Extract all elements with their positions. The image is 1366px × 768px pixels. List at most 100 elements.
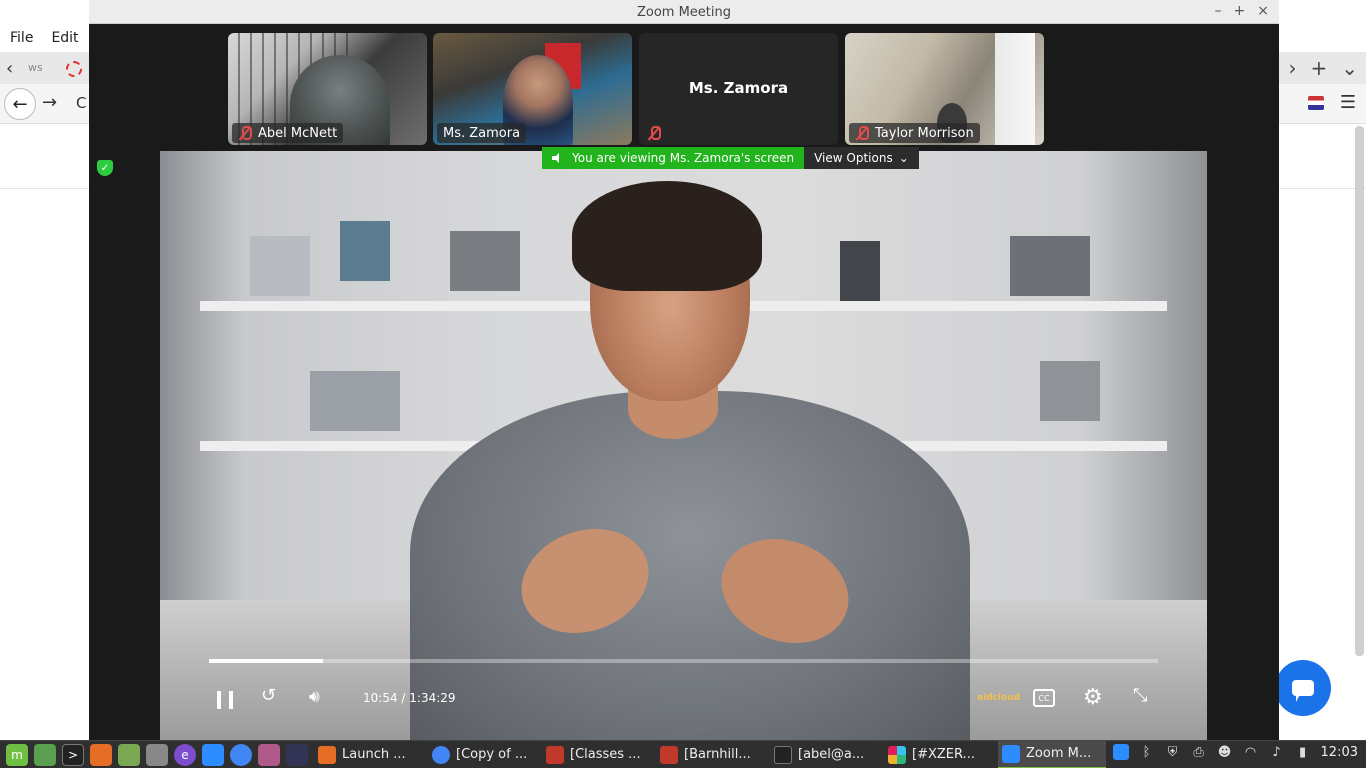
books <box>340 221 390 281</box>
tab-list-chevron-icon[interactable]: ⌄ <box>1341 56 1358 80</box>
davinci-launcher-icon[interactable] <box>286 743 308 766</box>
time-separator: / <box>401 691 406 705</box>
muted-mic-icon <box>855 126 869 140</box>
person-hair <box>572 181 762 291</box>
battery-icon[interactable]: ▮ <box>1295 744 1311 760</box>
system-tray: ᛒ ⛨ ⎙ ☻ ◠ ♪ ▮ 12:03 <box>1112 744 1358 760</box>
participant-tile[interactable]: Ms. Zamora <box>433 33 632 145</box>
chart-app-icon <box>546 745 564 764</box>
video-background <box>995 33 1035 145</box>
emacs-launcher-icon[interactable]: e <box>174 743 196 766</box>
participant-tile[interactable]: Ms. Zamora <box>639 33 838 145</box>
minimize-icon[interactable]: – <box>1215 3 1222 19</box>
chrome-icon <box>432 745 450 764</box>
tab-scroll-left-icon[interactable]: ‹ <box>6 58 13 79</box>
taskbar-task[interactable]: [Copy of ... <box>428 741 536 768</box>
taskbar-task-active[interactable]: Zoom M... <box>998 740 1106 768</box>
close-icon[interactable]: × <box>1257 3 1269 19</box>
chevron-down-icon: ⌄ <box>898 151 909 165</box>
browser-tab-label[interactable]: ws <box>28 61 43 74</box>
zoom-titlebar[interactable]: Zoom Meeting – + × <box>89 0 1279 24</box>
back-button[interactable]: ← <box>4 88 36 120</box>
clock[interactable]: 12:03 <box>1321 745 1358 760</box>
hamburger-menu-icon[interactable]: ☰ <box>1340 92 1356 113</box>
video-progress-bar[interactable] <box>209 659 1158 663</box>
volume-icon[interactable]: 🔊︎ <box>309 687 331 709</box>
participant-name: Taylor Morrison <box>875 125 974 141</box>
participant-tile[interactable]: Taylor Morrison <box>845 33 1044 145</box>
zoom-meeting-window: Zoom Meeting – + × Abel McNett Ms. Zamor… <box>89 0 1279 740</box>
files-launcher-icon[interactable] <box>118 743 140 766</box>
loading-tab-icon[interactable] <box>66 61 82 77</box>
bluetooth-icon[interactable]: ᛒ <box>1139 744 1155 760</box>
books <box>1010 236 1090 296</box>
participant-label: Abel McNett <box>232 123 344 143</box>
tab-scroll-right-icon[interactable]: › <box>1288 56 1296 80</box>
participant-tile[interactable]: Abel McNett <box>228 33 427 145</box>
books <box>250 236 310 296</box>
task-label: [#XZER... <box>912 747 975 762</box>
firefox-icon <box>318 745 336 764</box>
maximize-icon[interactable]: + <box>1234 3 1246 19</box>
firefox-launcher-icon[interactable] <box>90 743 112 766</box>
task-label: [Classes ... <box>570 747 641 762</box>
wifi-icon[interactable]: ◠ <box>1243 744 1259 760</box>
muted-mic-icon <box>238 126 252 140</box>
video-progress-fill <box>209 659 323 663</box>
current-time: 10:54 <box>363 691 398 705</box>
encryption-shield-icon[interactable]: ✓ <box>97 160 113 176</box>
video-time: 10:54 / 1:34:29 <box>363 691 456 705</box>
zoom-icon <box>1002 744 1020 763</box>
mint-menu-icon[interactable]: m <box>6 743 28 766</box>
exit-fullscreen-icon[interactable]: ⤡ <box>1133 685 1147 706</box>
volume-tray-icon[interactable]: ♪ <box>1269 744 1285 760</box>
taskbar-task[interactable]: [Classes ... <box>542 741 650 768</box>
task-label: Launch ... <box>342 747 406 762</box>
zoom-launcher-icon[interactable] <box>202 743 224 766</box>
gear-icon[interactable]: ⚙ <box>1083 685 1103 710</box>
participant-name: Ms. Zamora <box>443 125 521 141</box>
taskbar-task[interactable]: [abel@a... <box>770 741 878 768</box>
shield-tray-icon[interactable]: ⛨ <box>1165 744 1181 760</box>
pause-icon[interactable] <box>217 691 233 709</box>
forward-button[interactable]: → <box>42 92 57 113</box>
printer-icon[interactable]: ⎙ <box>1191 744 1207 760</box>
rewind-10-icon[interactable]: ↺ <box>261 685 283 707</box>
slack-icon <box>888 745 906 764</box>
flag-extension-icon[interactable] <box>1307 95 1324 110</box>
chat-icon <box>1292 680 1314 702</box>
menu-file[interactable]: File <box>10 30 33 46</box>
books <box>310 371 400 431</box>
zoom-tray-icon[interactable] <box>1112 744 1129 760</box>
chat-widget-button[interactable] <box>1275 660 1331 716</box>
duration: 1:34:29 <box>409 691 456 705</box>
taskbar: m > e Launch ... [Copy of ... [Classes .… <box>0 740 1366 768</box>
captions-button[interactable]: CC <box>1033 689 1055 707</box>
reload-icon[interactable]: C <box>76 94 86 112</box>
user-icon[interactable]: ☻ <box>1217 744 1233 760</box>
chrome-launcher-icon[interactable] <box>230 743 252 766</box>
share-status: You are viewing Ms. Zamora's screen <box>542 147 805 169</box>
page-scrollbar[interactable] <box>1355 126 1364 656</box>
participant-label: Taylor Morrison <box>849 123 980 143</box>
browser-menubar: File Edit <box>0 24 79 52</box>
books <box>1040 361 1100 421</box>
speaker-icon <box>552 153 562 163</box>
new-tab-icon[interactable]: + <box>1310 56 1327 80</box>
show-desktop-icon[interactable] <box>34 743 56 766</box>
taskbar-task[interactable]: [#XZER... <box>884 741 992 768</box>
books <box>450 231 520 291</box>
view-options-button[interactable]: View Options ⌄ <box>804 147 919 169</box>
camera-launcher-icon[interactable] <box>146 743 168 766</box>
taskbar-task[interactable]: Launch ... <box>314 741 422 768</box>
shared-screen-video[interactable]: ↺ 🔊︎ 10:54 / 1:34:29 aidcloud CC ⚙ ⤡ <box>160 151 1207 740</box>
muted-mic-icon <box>647 126 661 140</box>
menu-edit[interactable]: Edit <box>51 30 78 46</box>
taskbar-task[interactable]: [Barnhill... <box>656 741 764 768</box>
participant-name: Ms. Zamora <box>688 79 789 97</box>
provider-logo: aidcloud <box>977 693 1021 703</box>
task-label: [abel@a... <box>798 747 865 762</box>
terminal-launcher-icon[interactable]: > <box>62 743 84 766</box>
share-status-text: You are viewing Ms. Zamora's screen <box>572 151 795 165</box>
notes-launcher-icon[interactable] <box>258 743 280 766</box>
